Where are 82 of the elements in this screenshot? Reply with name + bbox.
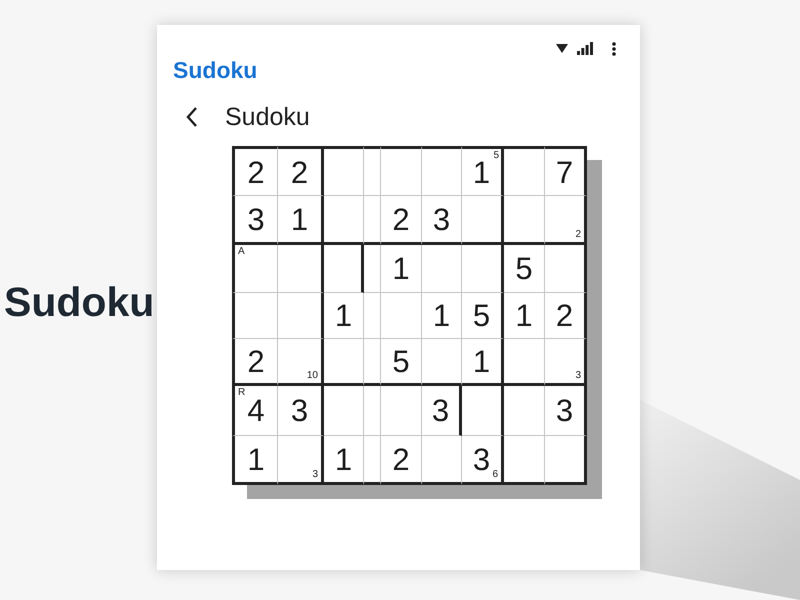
cell-digit: 3 xyxy=(472,444,490,474)
sudoku-cell[interactable]: 1 xyxy=(324,293,364,339)
cell-note: 6 xyxy=(492,470,498,480)
cell-digit: 1 xyxy=(334,300,352,331)
cell-digit: 4 xyxy=(247,395,265,426)
cell-digit: 1 xyxy=(432,300,450,331)
cell-digit: 7 xyxy=(556,156,574,188)
cell-note: R xyxy=(238,388,246,398)
cell-note: A xyxy=(238,247,245,257)
sudoku-cell[interactable]: 3 xyxy=(232,196,278,245)
more-menu-icon[interactable] xyxy=(612,42,616,56)
sudoku-cell[interactable]: 2 xyxy=(545,293,587,339)
sudoku-cell[interactable] xyxy=(381,146,422,196)
cell-note: 3 xyxy=(312,470,318,480)
sudoku-cell[interactable] xyxy=(462,196,504,245)
cell-digit: 2 xyxy=(247,156,265,188)
sudoku-cell[interactable] xyxy=(324,146,364,196)
cell-digit: 1 xyxy=(472,156,490,188)
sudoku-cell[interactable] xyxy=(324,245,364,293)
page-title: Sudoku xyxy=(225,104,310,130)
backdrop-title: Sudoku xyxy=(4,282,156,323)
signal-icon xyxy=(577,42,593,55)
sudoku-cell[interactable]: 1 xyxy=(381,245,422,293)
cell-digit: 2 xyxy=(392,204,410,234)
cell-digit: 3 xyxy=(432,395,450,426)
cell-digit: 1 xyxy=(515,300,533,331)
sudoku-cell[interactable]: 3 xyxy=(545,386,587,436)
sudoku-cell[interactable] xyxy=(504,146,545,196)
sudoku-cell[interactable]: 1 xyxy=(232,436,278,485)
sudoku-cell[interactable]: 1 xyxy=(278,196,324,245)
cell-note: 2 xyxy=(575,230,581,240)
sudoku-cell[interactable]: A xyxy=(232,245,278,293)
sudoku-cell[interactable]: 2 xyxy=(232,146,278,196)
cell-digit: 1 xyxy=(290,204,308,234)
wifi-icon xyxy=(556,44,568,53)
sudoku-cell[interactable]: 3 xyxy=(422,386,462,436)
cell-digit: 1 xyxy=(247,444,265,474)
sudoku-cell[interactable] xyxy=(278,245,324,293)
sudoku-cell[interactable]: 1 xyxy=(462,339,504,386)
cell-note: 5 xyxy=(493,151,499,161)
sudoku-cell[interactable] xyxy=(545,436,587,485)
sudoku-cell[interactable]: 2 xyxy=(232,339,278,386)
sudoku-cell[interactable]: 2 xyxy=(381,196,422,245)
cell-note: 3 xyxy=(575,371,581,381)
cell-digit: 3 xyxy=(556,395,574,426)
cell-digit: 1 xyxy=(334,444,352,474)
sudoku-cell[interactable]: 1 xyxy=(504,293,545,339)
cell-digit: 3 xyxy=(290,395,308,426)
sudoku-cell[interactable]: 2 xyxy=(545,196,587,245)
sudoku-cell[interactable]: 5 xyxy=(462,293,504,339)
cell-digit: 3 xyxy=(432,204,450,234)
cell-digit: 5 xyxy=(392,346,410,376)
sudoku-cell[interactable] xyxy=(462,245,504,293)
sudoku-cell[interactable]: 7 xyxy=(545,146,587,196)
sudoku-cell[interactable] xyxy=(545,245,587,293)
cell-digit: 1 xyxy=(392,253,410,284)
sudoku-cell[interactable]: 2 xyxy=(278,146,324,196)
sudoku-cell[interactable]: 1 xyxy=(324,436,364,485)
cell-digit: 2 xyxy=(290,156,308,188)
sudoku-cell[interactable]: 5 xyxy=(504,245,545,293)
sudoku-cell[interactable]: 2 xyxy=(381,436,422,485)
sudoku-cell[interactable] xyxy=(364,146,381,196)
cell-digit: 2 xyxy=(247,346,265,376)
cell-digit: 2 xyxy=(392,444,410,474)
sudoku-cell[interactable]: 3 xyxy=(545,339,587,386)
sudoku-cell[interactable] xyxy=(462,386,504,436)
cell-digit: 3 xyxy=(247,204,265,234)
sudoku-cell[interactable]: 3 xyxy=(422,196,462,245)
sudoku-cell[interactable]: 3 xyxy=(278,386,324,436)
sudoku-cell[interactable]: 3 xyxy=(278,436,324,485)
cell-note: 10 xyxy=(306,371,318,381)
sudoku-cell[interactable] xyxy=(422,146,462,196)
sudoku-cell[interactable]: 10 xyxy=(278,339,324,386)
sudoku-cell[interactable]: 5 xyxy=(381,339,422,386)
chevron-left-icon xyxy=(186,106,198,128)
cell-digit: 1 xyxy=(472,346,490,376)
sudoku-cell[interactable] xyxy=(278,293,324,339)
app-name: Sudoku xyxy=(173,57,258,83)
cell-digit: 5 xyxy=(472,300,490,331)
sudoku-cell[interactable]: 1 xyxy=(422,293,462,339)
cell-digit: 5 xyxy=(515,253,533,284)
cell-digit: 2 xyxy=(556,300,574,331)
